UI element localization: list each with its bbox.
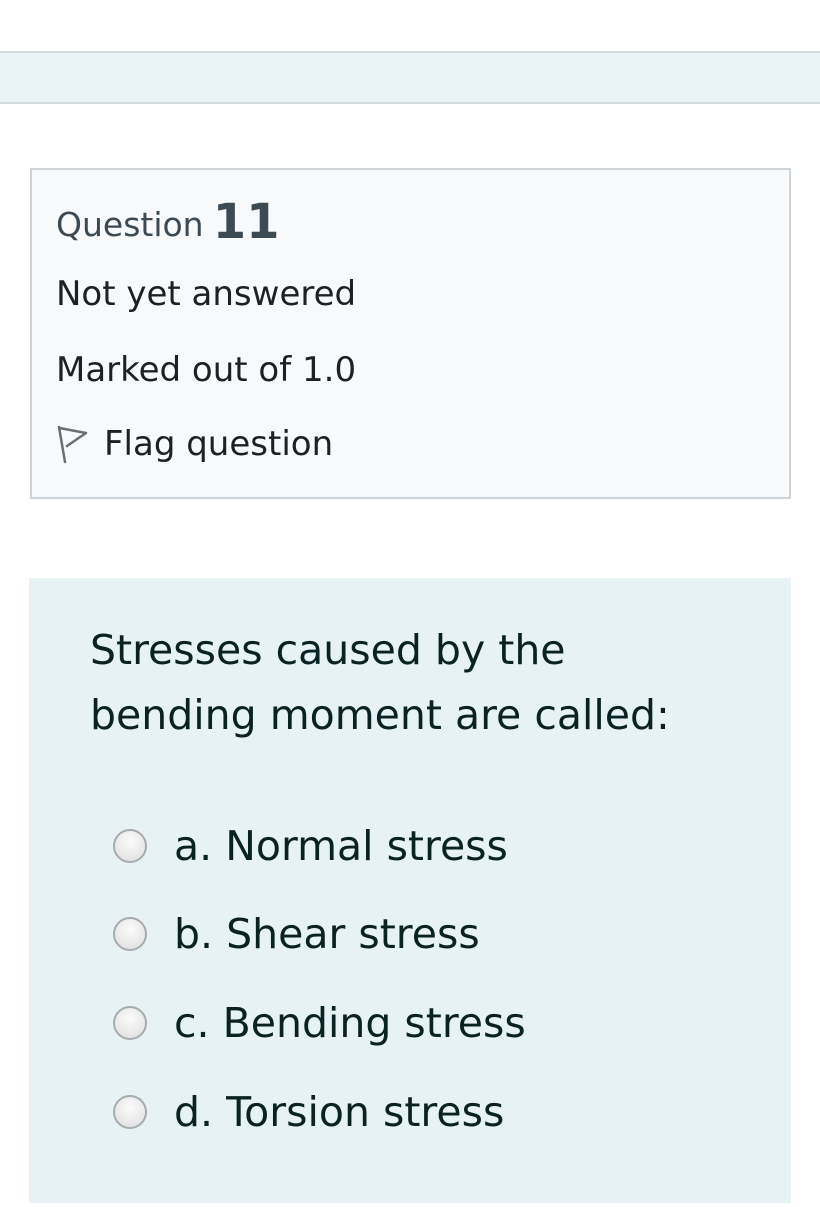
question-number: 11 [212, 194, 280, 250]
radio-button-a[interactable] [113, 829, 147, 863]
answer-label-d[interactable]: d. Torsion stress [174, 1088, 504, 1136]
question-content: Stresses caused by the bending moment ar… [29, 578, 791, 1203]
flag-outline-icon [57, 425, 88, 464]
answer-label-a[interactable]: a. Normal stress [174, 822, 508, 870]
question-state: Not yet answered [56, 274, 357, 314]
question-info-panel: Question 11 Not yet answered Marked out … [30, 168, 791, 499]
radio-button-b[interactable] [113, 917, 147, 951]
answer-option-d[interactable]: d. Torsion stress [113, 1088, 504, 1136]
answer-label-b[interactable]: b. Shear stress [174, 910, 480, 958]
flag-question-link[interactable]: Flag question [54, 424, 333, 464]
radio-button-d[interactable] [113, 1095, 147, 1129]
answer-label-c[interactable]: c. Bending stress [174, 999, 526, 1047]
question-label: Question [56, 205, 204, 244]
flag-question-label: Flag question [104, 424, 334, 464]
answer-option-b[interactable]: b. Shear stress [113, 910, 480, 958]
question-text: Stresses caused by the bending moment ar… [90, 626, 670, 739]
question-grade: Marked out of 1.0 [56, 350, 357, 390]
answer-option-c[interactable]: c. Bending stress [113, 999, 526, 1047]
radio-button-c[interactable] [113, 1006, 147, 1040]
navigation-banner [0, 51, 820, 104]
question-heading: Question 11 [56, 194, 280, 250]
answer-option-a[interactable]: a. Normal stress [113, 822, 508, 870]
